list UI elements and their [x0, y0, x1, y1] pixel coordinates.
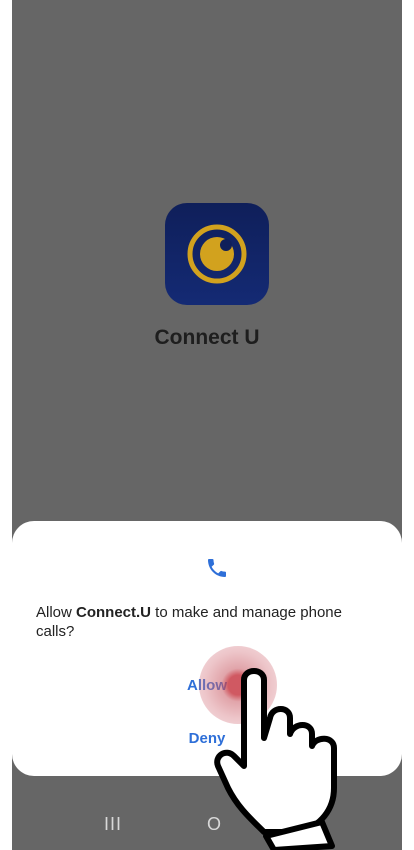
recent-apps-button[interactable]: III — [104, 814, 122, 835]
dialog-message: Allow Connect.U to make and manage phone… — [36, 603, 381, 641]
app-name: Connect U — [154, 326, 260, 349]
app-icon — [165, 203, 269, 305]
message-app-name: Connect.U — [76, 604, 152, 621]
phone-icon — [208, 559, 226, 577]
message-prefix: Allow — [36, 604, 77, 621]
connect-u-logo-icon — [187, 224, 247, 284]
pointing-hand-icon — [214, 668, 337, 850]
